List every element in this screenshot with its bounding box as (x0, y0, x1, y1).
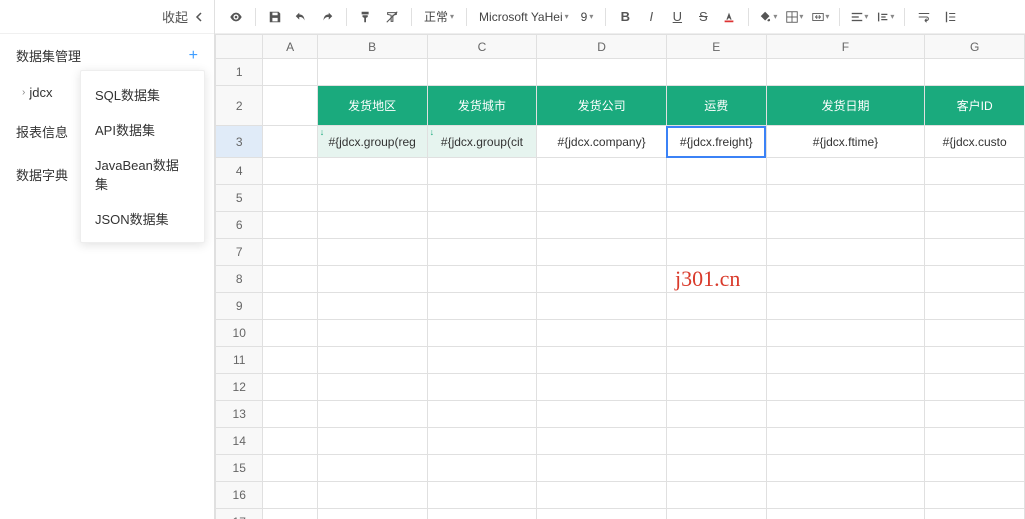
chevron-down-icon: ▾ (773, 12, 777, 21)
border-button[interactable]: ▾ (783, 6, 805, 28)
chevron-down-icon: ▾ (589, 12, 593, 21)
strike-button[interactable]: S (692, 6, 714, 28)
cell[interactable]: 发货地区 (317, 86, 427, 126)
row-header[interactable]: 16 (216, 482, 263, 509)
align-v-button[interactable]: ▾ (874, 6, 896, 28)
chevron-down-icon: ▾ (799, 12, 803, 21)
clear-format-button[interactable] (381, 6, 403, 28)
main: 正常▾ Microsoft YaHei▾ 9▾ B I U S ▾ ▾ ▾ ▾ … (215, 0, 1025, 519)
chevron-down-icon: ▾ (864, 12, 868, 21)
cell[interactable]: #{jdcx.company} (537, 126, 667, 158)
save-button[interactable] (264, 6, 286, 28)
cell[interactable]: 客户ID (925, 86, 1025, 126)
col-header-c[interactable]: C (427, 35, 537, 59)
chevron-down-icon: ▾ (450, 12, 454, 21)
row-header[interactable]: 9 (216, 293, 263, 320)
cell[interactable]: #{jdcx.custo (925, 126, 1025, 158)
cell[interactable] (263, 86, 317, 126)
col-header-a[interactable]: A (263, 35, 317, 59)
toolbar: 正常▾ Microsoft YaHei▾ 9▾ B I U S ▾ ▾ ▾ ▾ … (215, 0, 1025, 34)
row-header[interactable]: 3 (216, 126, 263, 158)
separator (255, 8, 256, 26)
row-header[interactable]: 1 (216, 59, 263, 86)
menu-item-javabean[interactable]: JavaBean数据集 (81, 147, 204, 201)
italic-button[interactable]: I (640, 6, 662, 28)
redo-button[interactable] (316, 6, 338, 28)
col-header-d[interactable]: D (537, 35, 667, 59)
cell[interactable]: 运费 (666, 86, 766, 126)
separator (748, 8, 749, 26)
fill-color-button[interactable]: ▾ (757, 6, 779, 28)
row-header[interactable]: 7 (216, 239, 263, 266)
dataset-header-label: 数据集管理 (16, 46, 81, 65)
sidebar: 收起 数据集管理 + › jdcx 报表信息 数据字典 SQL数据集 API数据… (0, 0, 215, 519)
spreadsheet[interactable]: A B C D E F G 1 2 发货地区 发货城市 发货公司 运费 发货日期 (215, 34, 1025, 519)
row-header[interactable]: 10 (216, 320, 263, 347)
cell[interactable]: ↓#{jdcx.group(cit (427, 126, 537, 158)
menu-item-json[interactable]: JSON数据集 (81, 201, 204, 236)
align-h-button[interactable]: ▾ (848, 6, 870, 28)
cell[interactable]: ↓#{jdcx.group(reg (317, 126, 427, 158)
cell[interactable]: 发货城市 (427, 86, 537, 126)
col-header-f[interactable]: F (766, 35, 925, 59)
separator (411, 8, 412, 26)
separator (346, 8, 347, 26)
dataset-header: 数据集管理 + (0, 34, 214, 75)
row-header[interactable]: 12 (216, 374, 263, 401)
underline-button[interactable]: U (666, 6, 688, 28)
row-header[interactable]: 6 (216, 212, 263, 239)
font-size-select[interactable]: 9▾ (577, 10, 598, 24)
row-header[interactable]: 2 (216, 86, 263, 126)
dataset-item-label: jdcx (29, 85, 52, 100)
chevron-down-icon: ▾ (565, 12, 569, 21)
select-all-cell[interactable] (216, 35, 263, 59)
row-header[interactable]: 8 (216, 266, 263, 293)
cell[interactable]: 发货公司 (537, 86, 667, 126)
menu-item-api[interactable]: API数据集 (81, 112, 204, 147)
dataset-context-menu: SQL数据集 API数据集 JavaBean数据集 JSON数据集 (80, 70, 205, 243)
separator (466, 8, 467, 26)
row-header[interactable]: 15 (216, 455, 263, 482)
preview-button[interactable] (225, 6, 247, 28)
format-painter-button[interactable] (355, 6, 377, 28)
collapse-label: 收起 (162, 7, 188, 26)
separator (839, 8, 840, 26)
chevron-down-icon: ▾ (890, 12, 894, 21)
row-header[interactable]: 4 (216, 158, 263, 185)
row-header[interactable]: 11 (216, 347, 263, 374)
style-select[interactable]: 正常▾ (420, 8, 458, 25)
undo-button[interactable] (290, 6, 312, 28)
separator (904, 8, 905, 26)
font-family-select[interactable]: Microsoft YaHei▾ (475, 10, 573, 24)
more-button[interactable] (939, 6, 961, 28)
row-header[interactable]: 13 (216, 401, 263, 428)
menu-item-sql[interactable]: SQL数据集 (81, 77, 204, 112)
row-header[interactable]: 17 (216, 509, 263, 519)
merge-button[interactable]: ▾ (809, 6, 831, 28)
add-dataset-button[interactable]: + (189, 47, 198, 65)
row-header[interactable]: 14 (216, 428, 263, 455)
separator (605, 8, 606, 26)
row-selected: 3 ↓#{jdcx.group(reg ↓#{jdcx.group(cit #{… (216, 126, 1025, 158)
collapse-toggle[interactable]: 收起 (0, 0, 214, 34)
cell[interactable]: #{jdcx.ftime} (766, 126, 925, 158)
chevron-down-icon: ▾ (825, 12, 829, 21)
bold-button[interactable]: B (614, 6, 636, 28)
cell-selected[interactable]: #{jdcx.freight} (666, 126, 766, 158)
caret-left-icon (194, 12, 204, 22)
cell[interactable]: 发货日期 (766, 86, 925, 126)
chevron-right-icon: › (22, 87, 25, 98)
col-header-e[interactable]: E (666, 35, 766, 59)
row-header[interactable]: 5 (216, 185, 263, 212)
cell[interactable] (263, 126, 317, 158)
col-header-g[interactable]: G (925, 35, 1025, 59)
col-header-b[interactable]: B (317, 35, 427, 59)
wrap-button[interactable] (913, 6, 935, 28)
font-color-button[interactable] (718, 6, 740, 28)
